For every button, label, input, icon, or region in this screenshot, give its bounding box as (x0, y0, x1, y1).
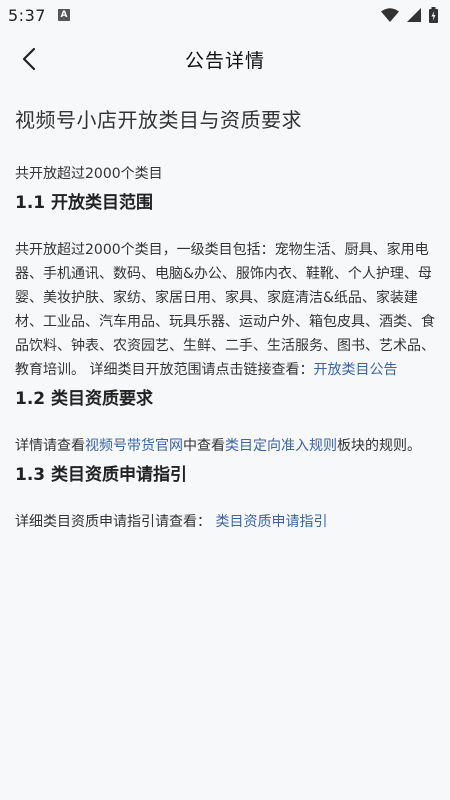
status-time: 5:37 (8, 5, 46, 25)
section2-post: 板块的规则。 (337, 438, 421, 454)
section3-paragraph: 详细类目资质申请指引请查看： 类目资质申请指引 (15, 510, 435, 534)
section2-paragraph: 详情请查看视频号带货官网中查看类目定向准入规则板块的规则。 (15, 434, 435, 458)
signal-icon (407, 8, 421, 22)
back-button[interactable] (14, 43, 44, 75)
category-access-rules-link[interactable]: 类目定向准入规则 (225, 438, 337, 454)
article-title: 视频号小店开放类目与资质要求 (15, 108, 302, 132)
status-left: 5:37 A (8, 6, 70, 25)
channels-official-site-link[interactable]: 视频号带货官网 (85, 438, 183, 454)
section-heading-3: 1.3 类目资质申请指引 (15, 465, 188, 485)
status-bar: 5:37 A (0, 0, 450, 30)
section2-mid: 中查看 (183, 438, 225, 454)
open-category-announcement-link[interactable]: 开放类目公告 (313, 362, 397, 378)
intro-text: 共开放超过2000个类目 (15, 166, 163, 182)
qualification-guide-link[interactable]: 类目资质申请指引 (215, 514, 327, 530)
chevron-left-icon (22, 47, 36, 71)
status-right (381, 7, 438, 23)
section1-body: 共开放超过2000个类目，一级类目包括：宠物生活、厨具、家用电器、手机通讯、数码… (15, 242, 435, 378)
nav-bar: 公告详情 (0, 30, 450, 88)
section1-paragraph: 共开放超过2000个类目，一级类目包括：宠物生活、厨具、家用电器、手机通讯、数码… (15, 238, 435, 382)
battery-icon (429, 7, 438, 23)
article-content: 视频号小店开放类目与资质要求 共开放超过2000个类目 1.1 开放类目范围 共… (0, 106, 450, 534)
section-heading-1: 1.1 开放类目范围 (15, 193, 154, 213)
section3-pre: 详细类目资质申请指引请查看： (15, 514, 216, 530)
section2-pre: 详情请查看 (15, 438, 85, 454)
notification-icon: A (57, 9, 70, 21)
section-heading-2: 1.2 类目资质要求 (15, 389, 154, 409)
page-title: 公告详情 (184, 49, 265, 72)
wifi-icon (381, 8, 399, 22)
